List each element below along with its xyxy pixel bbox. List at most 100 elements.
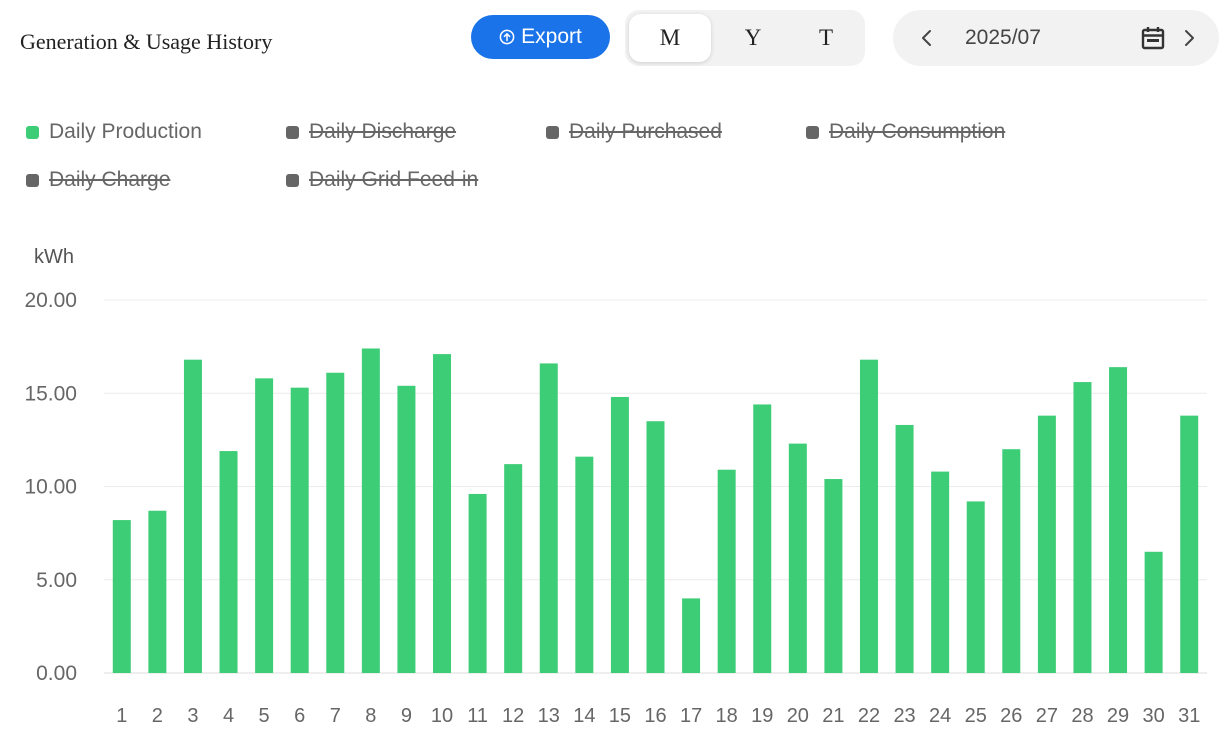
bar-day-12 [504, 464, 523, 673]
legend-swatch [546, 125, 559, 139]
bar-day-26 [1002, 449, 1021, 673]
legend-label: Daily Production [49, 120, 202, 143]
legend-swatch [806, 125, 819, 139]
x-tick-label: 4 [223, 705, 234, 727]
x-tick-label: 17 [680, 705, 702, 727]
x-tick-label: 16 [644, 705, 666, 727]
chevron-right-icon[interactable] [1175, 24, 1203, 52]
y-tick-label: 10.00 [24, 476, 77, 499]
bar-day-29 [1109, 367, 1128, 673]
period-year-tab[interactable]: Y [715, 14, 791, 62]
x-tick-label: 22 [858, 705, 880, 727]
bar-day-8 [361, 348, 380, 673]
x-tick-label: 14 [573, 705, 595, 727]
bar-day-5 [255, 378, 274, 673]
x-tick-label: 8 [365, 705, 376, 727]
date-navigator: 2025/07 [893, 10, 1219, 66]
legend-daily-consumption[interactable]: Daily Consumption [806, 120, 1005, 144]
y-tick-label: 5.00 [36, 569, 77, 592]
x-tick-label: 21 [822, 705, 844, 727]
period-total-tab[interactable]: T [791, 14, 861, 62]
bar-day-23 [895, 424, 914, 673]
bar-day-11 [468, 493, 487, 673]
legend-daily-grid-feed-in[interactable]: Daily Grid Feed-in [286, 168, 478, 192]
y-tick-label: 0.00 [36, 662, 77, 685]
x-tick-label: 18 [716, 705, 738, 727]
x-tick-label: 7 [330, 705, 341, 727]
upload-icon [499, 29, 515, 45]
x-tick-label: 9 [401, 705, 412, 727]
bar-day-19 [753, 404, 772, 673]
bar-day-9 [397, 385, 416, 673]
x-tick-label: 27 [1036, 705, 1058, 727]
bar-day-10 [433, 354, 452, 673]
bar-day-14 [575, 456, 594, 673]
chevron-left-icon[interactable] [913, 24, 941, 52]
legend-daily-discharge[interactable]: Daily Discharge [286, 120, 456, 144]
bar-day-20 [788, 443, 807, 673]
x-tick-label: 3 [187, 705, 198, 727]
calendar-icon[interactable] [1139, 24, 1167, 52]
bar-day-7 [326, 372, 345, 673]
x-tick-label: 15 [609, 705, 631, 727]
bar-day-18 [717, 469, 736, 673]
legend-swatch [26, 173, 39, 187]
bar-day-6 [290, 387, 309, 673]
bar-chart: kWh0.005.0010.0015.0020.001 2 3 4 5 6 7 8 9 10 11 1… [24, 246, 1207, 727]
y-tick-label: 15.00 [24, 382, 77, 405]
bar-day-30 [1144, 551, 1163, 673]
period-selector: M Y T [625, 10, 865, 66]
export-button[interactable]: Export [471, 15, 610, 59]
x-tick-label: 26 [1000, 705, 1022, 727]
y-tick-label: 20.00 [24, 289, 77, 312]
legend-swatch [286, 173, 299, 187]
x-tick-label: 30 [1143, 705, 1165, 727]
x-tick-label: 23 [893, 705, 915, 727]
legend-label: Daily Charge [49, 168, 171, 191]
bar-day-13 [539, 363, 558, 673]
bar-day-24 [931, 471, 950, 673]
bar-day-2 [148, 510, 167, 673]
x-tick-label: 12 [502, 705, 524, 727]
bar-day-16 [646, 421, 665, 673]
export-label: Export [521, 25, 582, 48]
bar-day-1 [112, 520, 131, 673]
bar-day-3 [183, 359, 202, 673]
bar-day-25 [966, 501, 985, 673]
legend-swatch [286, 125, 299, 139]
bar-day-22 [859, 359, 878, 673]
x-tick-label: 24 [929, 705, 951, 727]
period-month-tab[interactable]: M [629, 14, 711, 62]
legend-daily-production[interactable]: Daily Production [26, 120, 202, 144]
x-tick-label: 13 [538, 705, 560, 727]
bar-day-4 [219, 451, 238, 673]
x-tick-label: 2 [152, 705, 163, 727]
x-tick-label: 11 [467, 705, 488, 727]
legend-label: Daily Purchased [569, 120, 722, 143]
bar-day-31 [1180, 415, 1199, 673]
x-tick-label: 29 [1107, 705, 1129, 727]
legend-swatch [26, 125, 39, 139]
x-tick-label: 19 [751, 705, 773, 727]
x-tick-label: 10 [431, 705, 453, 727]
legend-daily-charge[interactable]: Daily Charge [26, 168, 170, 192]
legend-daily-purchased[interactable]: Daily Purchased [546, 120, 722, 144]
x-tick-label: 6 [294, 705, 305, 727]
x-tick-label: 31 [1178, 705, 1200, 727]
bar-day-21 [824, 479, 843, 673]
legend-label: Daily Discharge [309, 120, 457, 143]
bar-day-27 [1037, 415, 1056, 673]
current-date[interactable]: 2025/07 [965, 26, 1041, 50]
x-tick-label: 1 [116, 705, 127, 727]
x-tick-label: 25 [965, 705, 987, 727]
legend-label: Daily Grid Feed-in [309, 168, 479, 191]
x-tick-label: 5 [259, 705, 270, 727]
legend-label: Daily Consumption [829, 120, 1006, 143]
bar-day-15 [610, 396, 629, 673]
y-axis-unit-label: kWh [34, 246, 74, 268]
page-title: Generation & Usage History [20, 29, 273, 54]
x-tick-label: 28 [1071, 705, 1093, 727]
bar-day-28 [1073, 382, 1092, 673]
x-tick-label: 20 [787, 705, 809, 727]
bar-day-17 [682, 598, 701, 673]
